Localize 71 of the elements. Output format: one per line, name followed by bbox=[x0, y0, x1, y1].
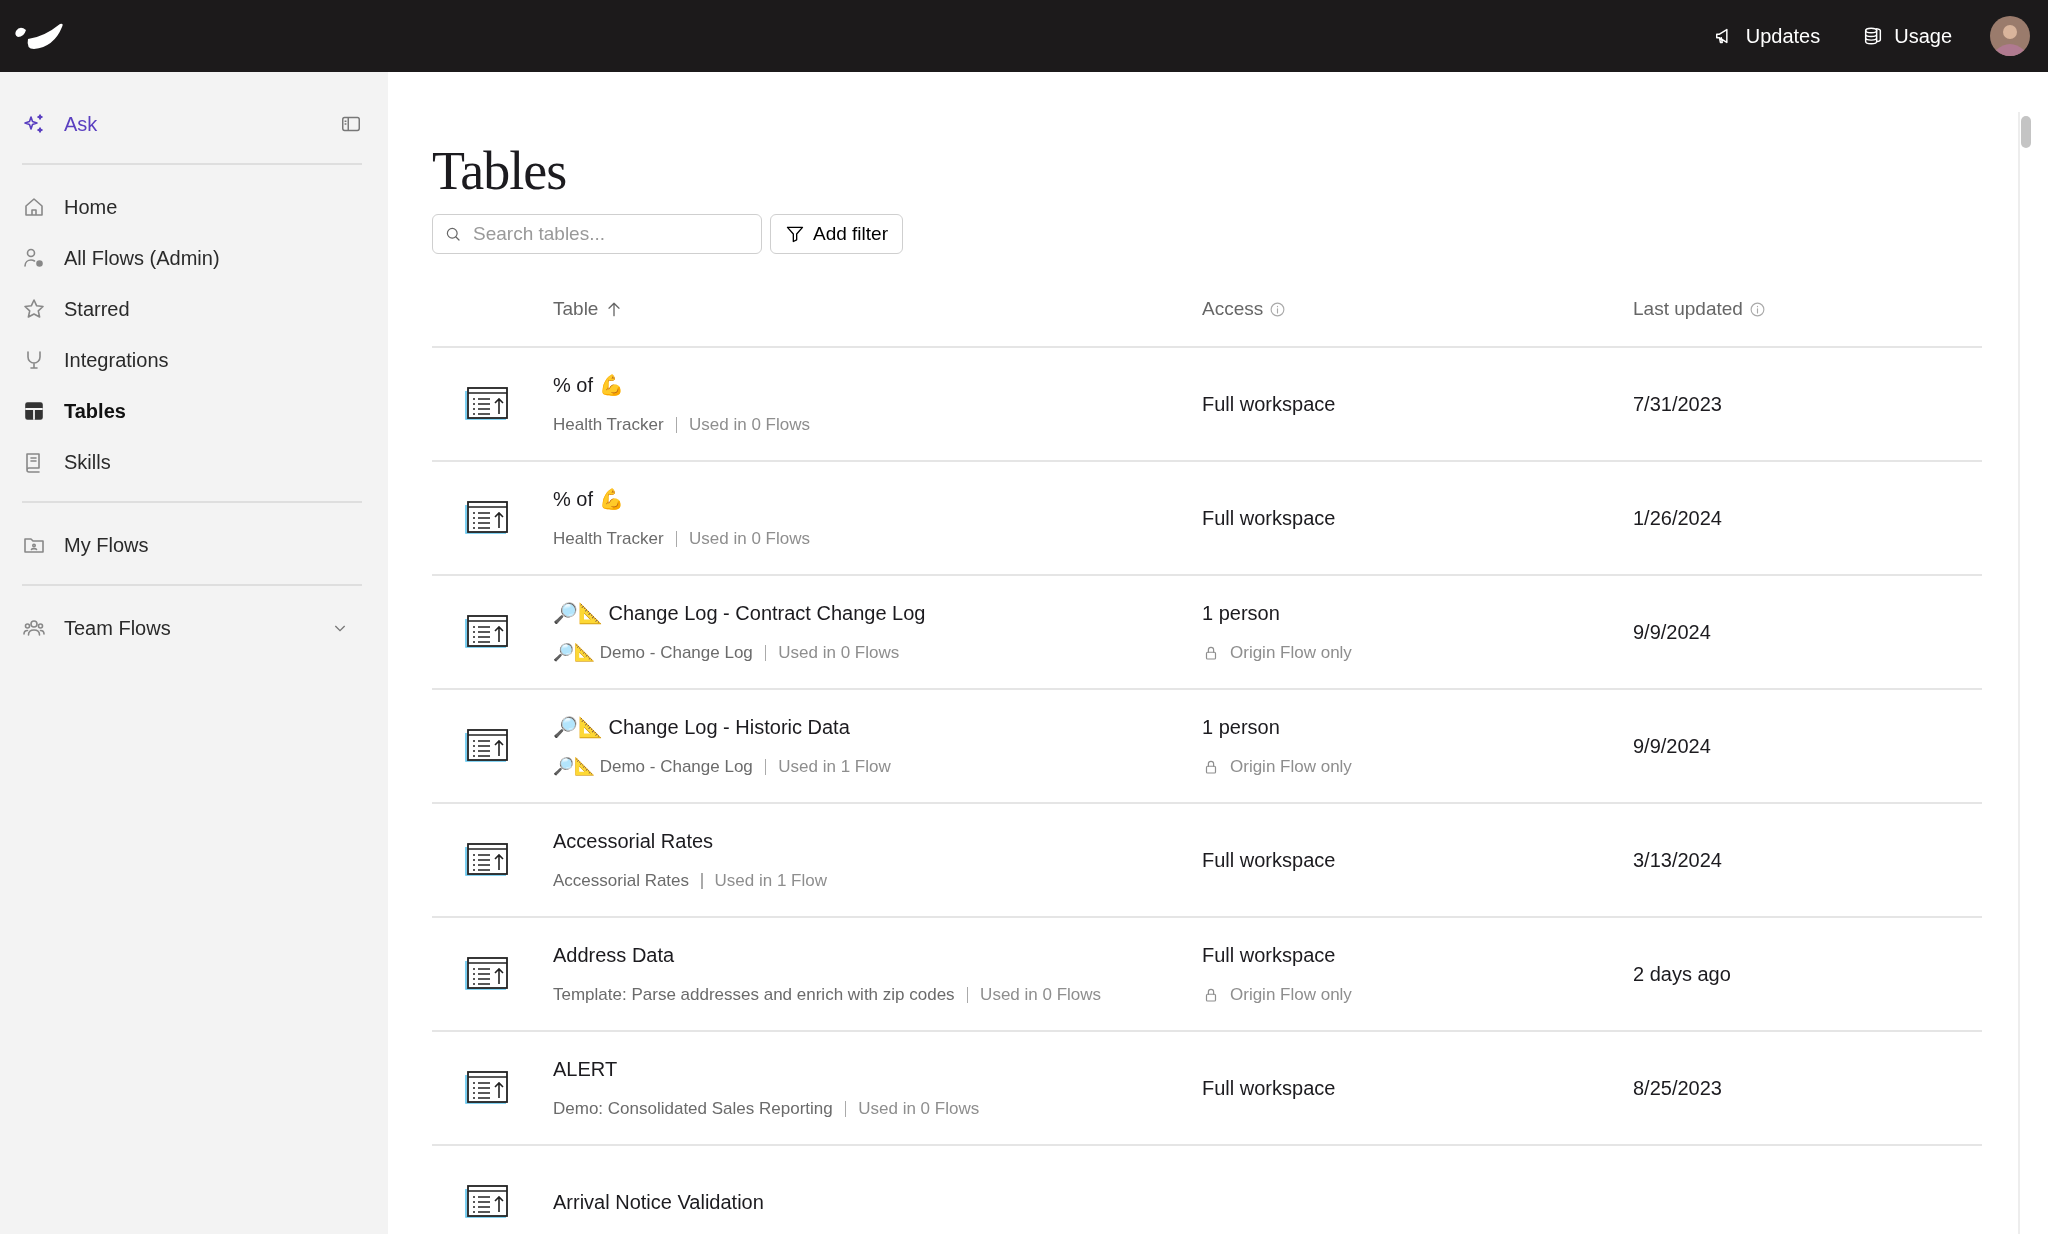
table-file-icon bbox=[462, 727, 509, 765]
usage-count: Used in 1 Flow bbox=[778, 756, 891, 779]
access-level: 1 person bbox=[1202, 715, 1281, 741]
usage-count: Used in 0 Flows bbox=[858, 1098, 980, 1121]
restriction-label: Origin Flow only bbox=[1230, 756, 1352, 779]
table-name[interactable]: ALERT bbox=[553, 1054, 1202, 1085]
restriction-label: Origin Flow only bbox=[1230, 642, 1352, 665]
updated-date: 3/13/2024 bbox=[1633, 848, 1723, 873]
table-name[interactable]: Address Data bbox=[553, 940, 1202, 971]
filter-icon bbox=[785, 224, 805, 244]
table-name[interactable]: Accessorial Rates bbox=[553, 826, 1202, 857]
flow-source: Accessorial Rates bbox=[553, 870, 690, 893]
table-name[interactable]: % of 💪 bbox=[553, 484, 1202, 515]
sparkle-icon bbox=[22, 111, 46, 136]
table-file-icon bbox=[462, 385, 509, 423]
usage-count: Used in 0 Flows bbox=[689, 528, 810, 551]
updated-date: 7/31/2023 bbox=[1633, 392, 1723, 417]
sidebar-item[interactable]: Team Flows bbox=[22, 602, 362, 653]
access-level: Full workspace bbox=[1202, 943, 1337, 969]
column-header[interactable]: Access bbox=[1202, 294, 1287, 324]
logo-icon[interactable] bbox=[14, 21, 66, 51]
table-file-icon bbox=[462, 499, 509, 537]
table-file-icon bbox=[462, 955, 509, 993]
column-header[interactable]: Table bbox=[553, 294, 625, 324]
flow-source: Demo: Consolidated Sales Reporting bbox=[553, 1098, 833, 1121]
sidebar-item[interactable]: My Flows bbox=[22, 519, 362, 570]
flow-source: 🔎📐 Demo - Change Log bbox=[553, 642, 753, 665]
updates-link[interactable]: Updates bbox=[1709, 17, 1825, 55]
flow-source: Health Tracker bbox=[553, 414, 664, 437]
flow-source: Health Tracker bbox=[553, 528, 664, 551]
sidebar-item[interactable]: Starred bbox=[22, 283, 362, 334]
restriction-label: Origin Flow only bbox=[1230, 984, 1352, 1007]
updated-date: 1/26/2024 bbox=[1633, 506, 1723, 531]
table-file-icon bbox=[462, 1069, 509, 1107]
table-name[interactable]: Arrival Notice Validation bbox=[553, 1187, 1202, 1217]
access-level: Full workspace bbox=[1202, 848, 1337, 873]
page-title: Tables bbox=[432, 144, 568, 198]
usage-link[interactable]: Usage bbox=[1858, 17, 1956, 55]
updated-date: 9/9/2024 bbox=[1633, 734, 1712, 759]
table-file-icon bbox=[462, 613, 509, 651]
usage-count: Used in 0 Flows bbox=[689, 414, 810, 437]
table-name[interactable]: % of 💪 bbox=[553, 370, 1202, 401]
add-filter-button[interactable]: Add filter bbox=[770, 214, 903, 254]
column-header[interactable]: Last updated bbox=[1633, 294, 1766, 324]
access-level: Full workspace bbox=[1202, 506, 1337, 531]
table-name[interactable]: 🔎📐 Change Log - Historic Data bbox=[553, 712, 1202, 743]
table-file-icon bbox=[462, 841, 509, 879]
avatar[interactable] bbox=[1990, 16, 2030, 56]
updated-date: 9/9/2024 bbox=[1633, 620, 1712, 645]
access-level: 1 person bbox=[1202, 601, 1281, 627]
usage-count: Used in 0 Flows bbox=[778, 642, 900, 665]
sidebar-item[interactable]: Integrations bbox=[22, 334, 362, 385]
access-level: Full workspace bbox=[1202, 392, 1337, 417]
sidebar-item[interactable]: Home bbox=[22, 181, 362, 232]
star-icon bbox=[22, 296, 46, 321]
ask-button[interactable]: Ask bbox=[22, 98, 98, 149]
scrollbar-thumb[interactable] bbox=[2021, 116, 2031, 148]
flow-source: 🔎📐 Demo - Change Log bbox=[553, 756, 753, 779]
updated-date: 8/25/2023 bbox=[1633, 1076, 1723, 1101]
sidebar-item[interactable]: Tables bbox=[22, 385, 362, 436]
access-level: Full workspace bbox=[1202, 1076, 1337, 1101]
table-name[interactable]: 🔎📐 Change Log - Contract Change Log bbox=[553, 598, 1202, 629]
search-field[interactable]: Search tables... bbox=[432, 214, 762, 254]
usage-count: Used in 0 Flows bbox=[980, 984, 1102, 1007]
usage-count: Used in 1 Flow bbox=[714, 870, 827, 893]
sidebar-item[interactable]: Skills bbox=[22, 436, 362, 487]
search-icon bbox=[444, 225, 462, 243]
sidebar-item[interactable]: All Flows (Admin) bbox=[22, 232, 362, 283]
updated-date: 2 days ago bbox=[1633, 962, 1732, 987]
table-file-icon bbox=[462, 1183, 509, 1221]
flow-source: Template: Parse addresses and enrich with zip codes bbox=[553, 984, 955, 1007]
